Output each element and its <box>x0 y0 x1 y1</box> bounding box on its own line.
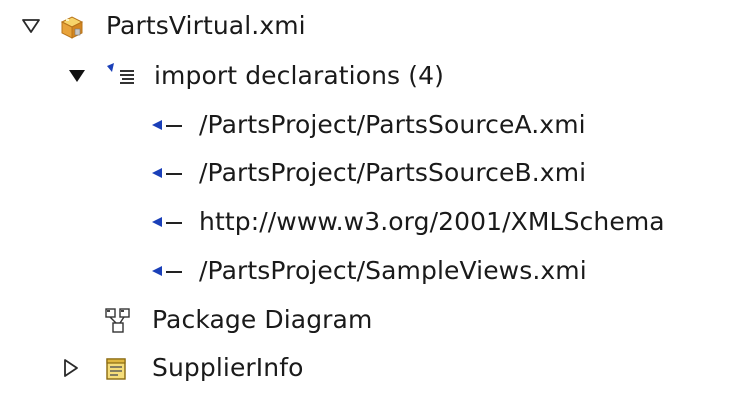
expand-toggle-filled-icon[interactable] <box>66 65 88 87</box>
model-explorer-tree: PartsVirtual.xmi import declarations (4) <box>0 0 733 394</box>
tree-node-label: /PartsProject/PartsSourceA.xmi <box>199 110 586 139</box>
package-diagram-icon <box>104 307 132 335</box>
tree-node-label: SupplierInfo <box>152 353 304 382</box>
tree-node-label: http://www.w3.org/2001/XMLSchema <box>199 207 665 236</box>
import-reference-icon <box>152 119 188 131</box>
tree-node-label: /PartsProject/SampleViews.xmi <box>199 256 587 285</box>
import-reference-icon <box>152 216 188 228</box>
tree-node-label: Package Diagram <box>152 305 373 334</box>
import-declarations-icon <box>104 62 144 90</box>
tree-node-label: /PartsProject/PartsSourceB.xmi <box>199 158 587 187</box>
expand-toggle-open-icon[interactable] <box>20 15 42 37</box>
tree-node-label: import declarations (4) <box>154 61 444 90</box>
expand-toggle-closed-icon[interactable] <box>60 357 82 379</box>
table-icon <box>104 357 128 381</box>
tree-node-label: PartsVirtual.xmi <box>106 11 306 40</box>
import-reference-icon <box>152 167 188 179</box>
model-package-icon <box>58 13 86 41</box>
import-reference-icon <box>152 265 188 277</box>
